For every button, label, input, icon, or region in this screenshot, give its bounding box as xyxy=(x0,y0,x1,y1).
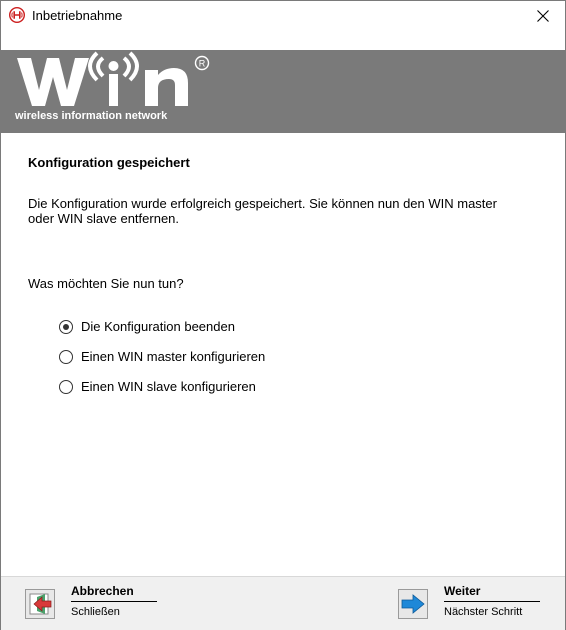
next-divider xyxy=(444,601,540,602)
radio-button[interactable] xyxy=(59,349,73,364)
question-label: Was möchten Sie nun tun? xyxy=(28,276,184,291)
radio-option-label: Die Konfiguration beenden xyxy=(81,319,235,334)
main-content: Konfiguration gespeichert Die Konfigurat… xyxy=(1,133,565,576)
app-icon xyxy=(9,7,25,23)
page-title: Konfiguration gespeichert xyxy=(28,155,190,170)
close-button[interactable] xyxy=(520,1,565,30)
close-icon xyxy=(536,9,549,22)
description-text: Die Konfiguration wurde erfolgreich gesp… xyxy=(28,196,548,226)
next-title: Weiter xyxy=(444,584,481,598)
description-line-2: oder WIN slave entfernen. xyxy=(28,211,180,226)
cancel-divider xyxy=(71,601,157,602)
window-title: Inbetriebnahme xyxy=(32,8,123,23)
description-line-1: Die Konfiguration wurde erfolgreich gesp… xyxy=(28,196,497,211)
cancel-button[interactable]: Abbrechen Schließen xyxy=(25,584,175,626)
next-subtitle: Nächster Schritt xyxy=(444,606,523,618)
banner-tagline: wireless information network xyxy=(15,110,168,122)
cancel-title: Abbrechen xyxy=(71,584,134,598)
svg-text:R: R xyxy=(199,59,206,69)
next-button[interactable]: Weiter Nächster Schritt xyxy=(398,584,558,626)
radio-option-label: Einen WIN slave konfigurieren xyxy=(81,379,256,394)
radio-option-finish[interactable]: Die Konfiguration beenden xyxy=(59,319,235,334)
radio-option-configure-slave[interactable]: Einen WIN slave konfigurieren xyxy=(59,379,256,394)
title-bar: Inbetriebnahme xyxy=(1,1,565,30)
next-arrow-icon[interactable] xyxy=(398,589,428,619)
dialog-window: Inbetriebnahme R wireless information ne… xyxy=(0,0,566,630)
radio-option-configure-master[interactable]: Einen WIN master konfigurieren xyxy=(59,349,265,364)
radio-option-label: Einen WIN master konfigurieren xyxy=(81,349,266,364)
radio-button[interactable] xyxy=(59,379,73,394)
radio-button-selected[interactable] xyxy=(59,319,73,334)
cancel-arrow-icon[interactable] xyxy=(25,589,55,619)
win-banner: R wireless information network xyxy=(1,50,565,133)
footer-bar: Abbrechen Schließen Weiter Nächster Schr… xyxy=(1,576,565,630)
cancel-subtitle: Schließen xyxy=(71,606,120,618)
